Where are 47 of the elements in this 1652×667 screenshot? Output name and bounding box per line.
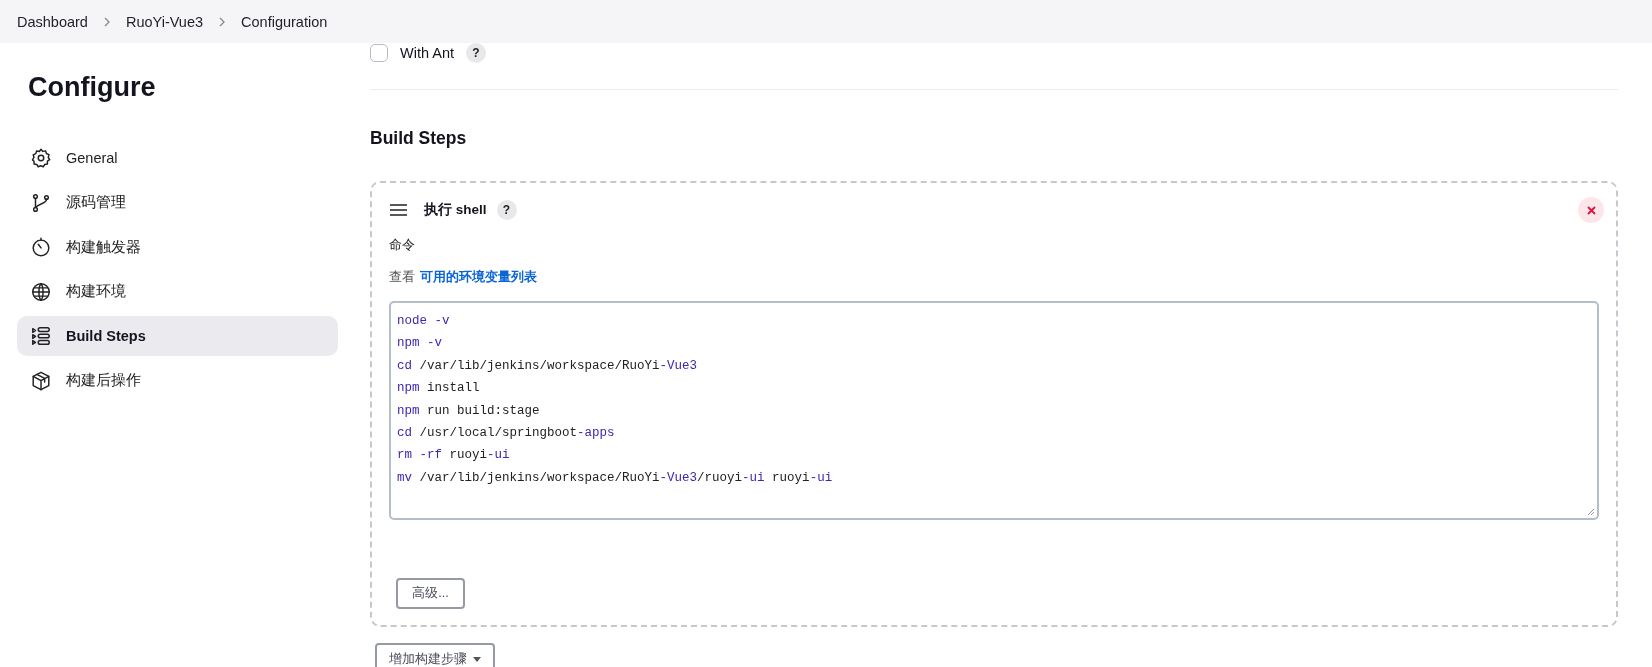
section-heading: Build Steps [370, 127, 468, 150]
sidebar-item[interactable]: 构建后操作 [17, 360, 338, 401]
sidebar-label: 构建后操作 [66, 371, 141, 390]
sidebar-item[interactable]: General [17, 138, 338, 178]
resize-grip-icon[interactable] [1587, 508, 1595, 516]
package-icon [30, 369, 52, 392]
step-title: 执行 shell [424, 201, 487, 219]
branch-icon [30, 191, 52, 214]
list-icon [30, 325, 52, 347]
caret-icon [473, 656, 481, 662]
breadcrumb-link[interactable]: RuoYi-Vue3 [125, 13, 204, 30]
help-button[interactable]: ? [496, 200, 517, 220]
sidebar-label: General [66, 150, 118, 166]
sidebar-item[interactable]: 构建环境 [17, 271, 338, 312]
sidebar-item[interactable]: Build Steps [17, 316, 338, 356]
sidebar-label: 构建触发器 [66, 237, 141, 257]
advanced-button[interactable]: 高级... [396, 578, 465, 609]
code-line: cd /var/lib/jenkins/workspace/RuoYi-Vue3 [397, 357, 699, 375]
sidebar-label: 源码管理 [66, 193, 126, 212]
page-title: Configure [28, 71, 157, 104]
sidebar-label: 构建环境 [66, 282, 126, 301]
code-line: npm -v [397, 335, 444, 353]
code-editor[interactable]: node -v npm -v cd /var/lib/jenkins/workspace/RuoYi-Vue3 npm install npm run build:stage cd /usr/local/springboot-apps rm -rf ruoyi-ui mv /var/lib/jenkins/workspace/RuoYi-Vue3/ruoyi-ui ruoyi-ui [389, 301, 1599, 520]
code-line: mv /var/lib/jenkins/workspace/RuoYi-Vue3/ruoyi-ui ruoyi-ui [397, 469, 834, 487]
env-hint: 查看 [389, 268, 415, 286]
checkbox[interactable] [370, 44, 388, 62]
code-line: node -v [397, 313, 451, 330]
env-variables-link[interactable]: 可用的环境变量列表 [420, 268, 537, 286]
sidebar-item[interactable]: 源码管理 [17, 182, 338, 223]
code-line: npm run build:stage [397, 402, 541, 420]
gear-icon [30, 147, 52, 169]
code-line: rm -rf ruoyi-ui [397, 447, 511, 465]
close-icon [1586, 205, 1596, 215]
globe-icon [30, 280, 52, 303]
code-line: npm install [397, 380, 481, 398]
close-button[interactable] [1578, 197, 1604, 223]
sidebar-label: Build Steps [66, 328, 146, 344]
timer-icon [30, 236, 52, 258]
breadcrumb-link[interactable]: Dashboard [17, 13, 88, 30]
drag-handle-icon[interactable] [390, 204, 407, 216]
checkbox-label: With Ant [400, 45, 454, 61]
add-build-step-button[interactable]: 增加构建步骤 [375, 643, 495, 667]
breadcrumb-link[interactable]: Configuration [241, 13, 328, 30]
code-line: cd /usr/local/springboot-apps [397, 424, 616, 442]
sidebar-item[interactable]: 构建触发器 [17, 227, 338, 267]
field-label: 命令 [389, 236, 416, 254]
help-button[interactable]: ? [466, 43, 486, 63]
